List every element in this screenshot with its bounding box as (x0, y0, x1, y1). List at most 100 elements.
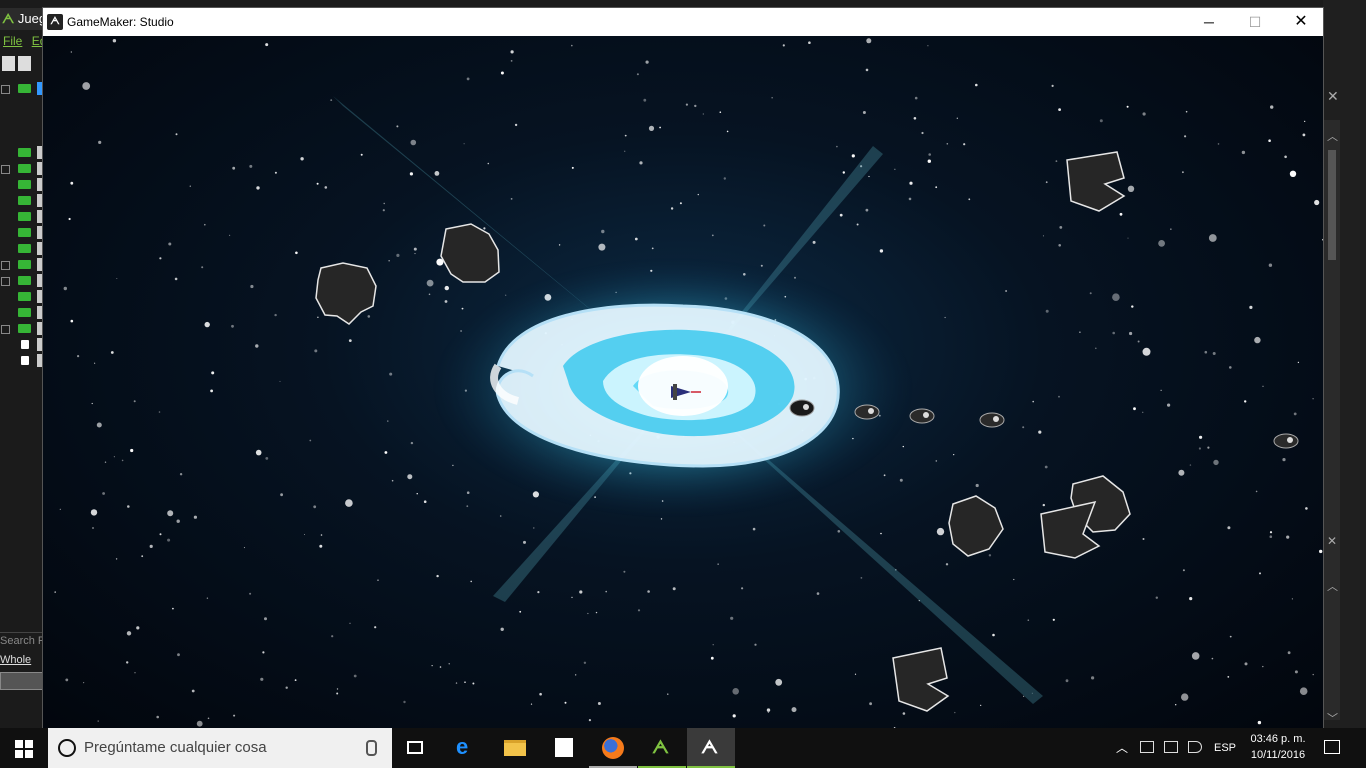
star (256, 186, 260, 190)
gamemaker-icon: ᗅ (47, 14, 63, 30)
star (1286, 535, 1290, 539)
star (637, 609, 641, 612)
star (763, 224, 766, 227)
whole-word-option[interactable]: Whole (0, 651, 44, 669)
scrollbar-thumb[interactable] (1328, 150, 1336, 260)
firefox-button[interactable] (589, 728, 637, 768)
star (605, 590, 607, 593)
star (717, 563, 719, 565)
tree-item[interactable] (0, 258, 44, 272)
star (1167, 403, 1171, 407)
minimize-button[interactable]: ─ (1186, 8, 1232, 36)
star (1045, 309, 1049, 313)
tree-item[interactable] (0, 194, 44, 208)
ide-title-bar[interactable]: ᗅ Juego (0, 8, 44, 30)
close-icon[interactable]: ✕ (1327, 88, 1339, 105)
scroll-down-icon[interactable]: ﹀ (1327, 710, 1338, 726)
scroll-up-icon[interactable]: ︿ (1327, 578, 1338, 594)
star (483, 227, 486, 230)
star (1058, 108, 1061, 111)
tree-item[interactable] (0, 306, 44, 320)
star (413, 247, 417, 251)
star (1142, 411, 1144, 413)
tree-item[interactable] (0, 146, 44, 160)
network-icon[interactable] (1164, 741, 1178, 753)
tree-item[interactable] (0, 210, 44, 224)
star (1013, 578, 1015, 581)
star (1227, 676, 1230, 678)
star (1299, 687, 1308, 695)
star (697, 193, 699, 196)
tree-item[interactable] (0, 162, 44, 176)
close-button[interactable]: ✕ (1278, 8, 1323, 36)
tree-item[interactable] (0, 354, 44, 368)
star (1129, 331, 1133, 336)
volume-icon[interactable] (1188, 741, 1202, 753)
battery-icon[interactable] (1140, 741, 1154, 753)
menu-file[interactable]: File (3, 34, 22, 48)
gamemaker-studio-button[interactable]: ᗅ (687, 728, 735, 768)
star (1305, 507, 1308, 510)
maximize-button[interactable]: ☐ (1232, 8, 1278, 36)
star (91, 402, 93, 405)
file-explorer-button[interactable] (491, 728, 539, 768)
action-center-icon[interactable] (1324, 740, 1340, 754)
tree-item[interactable] (0, 290, 44, 304)
star (70, 181, 74, 185)
store-button[interactable] (540, 728, 588, 768)
star (1217, 143, 1220, 145)
tree-item[interactable] (0, 82, 44, 96)
task-view-button[interactable] (392, 728, 440, 768)
ide-search-input[interactable]: Search Fo (0, 632, 44, 649)
close-icon[interactable]: ✕ (1327, 534, 1337, 548)
star (537, 591, 540, 594)
tree-item[interactable] (0, 322, 44, 336)
tree-item[interactable] (0, 274, 44, 288)
cortana-search-box[interactable]: Pregúntame cualquier cosa (48, 728, 392, 768)
star (255, 344, 259, 348)
star (316, 182, 319, 185)
star (98, 140, 102, 144)
star (963, 143, 966, 146)
star (647, 590, 650, 593)
star (115, 558, 118, 560)
edge-button[interactable]: e (442, 728, 490, 768)
star (1184, 135, 1187, 138)
microphone-icon[interactable] (366, 740, 377, 756)
new-file-icon[interactable] (2, 56, 15, 71)
game-viewport[interactable] (43, 36, 1323, 728)
star (909, 181, 913, 185)
gamemaker-ide-button[interactable]: ᗅ (638, 728, 686, 768)
star (384, 451, 388, 454)
star (1158, 240, 1165, 247)
ide-panel-bar[interactable] (0, 672, 44, 690)
star (679, 202, 682, 205)
star (1112, 331, 1115, 335)
star (1079, 331, 1081, 334)
star (775, 678, 783, 686)
star (1213, 459, 1219, 466)
star (1042, 503, 1045, 507)
star (510, 60, 513, 62)
star (1181, 693, 1189, 701)
tree-item[interactable] (0, 338, 44, 352)
tree-item[interactable] (0, 242, 44, 256)
star (403, 700, 406, 704)
folder-icon (18, 276, 31, 285)
start-button[interactable] (0, 728, 48, 768)
open-folder-icon[interactable] (18, 56, 31, 71)
star (313, 505, 317, 509)
tree-item[interactable] (0, 178, 44, 192)
star (304, 534, 305, 535)
language-indicator[interactable]: ESP (1212, 728, 1238, 768)
window-title-bar[interactable]: ᗅ GameMaker: Studio ─ ☐ ✕ (43, 8, 1323, 36)
star (172, 607, 174, 610)
star (1142, 538, 1145, 540)
clock[interactable]: 03:46 p. m. 10/11/2016 (1242, 731, 1314, 763)
star (158, 411, 161, 413)
star (1289, 170, 1297, 177)
show-hidden-icons-button[interactable]: ︿ (1114, 728, 1130, 768)
scroll-up-icon[interactable]: ︿ (1327, 128, 1338, 144)
folder-icon (18, 324, 31, 333)
tree-item[interactable] (0, 226, 44, 240)
